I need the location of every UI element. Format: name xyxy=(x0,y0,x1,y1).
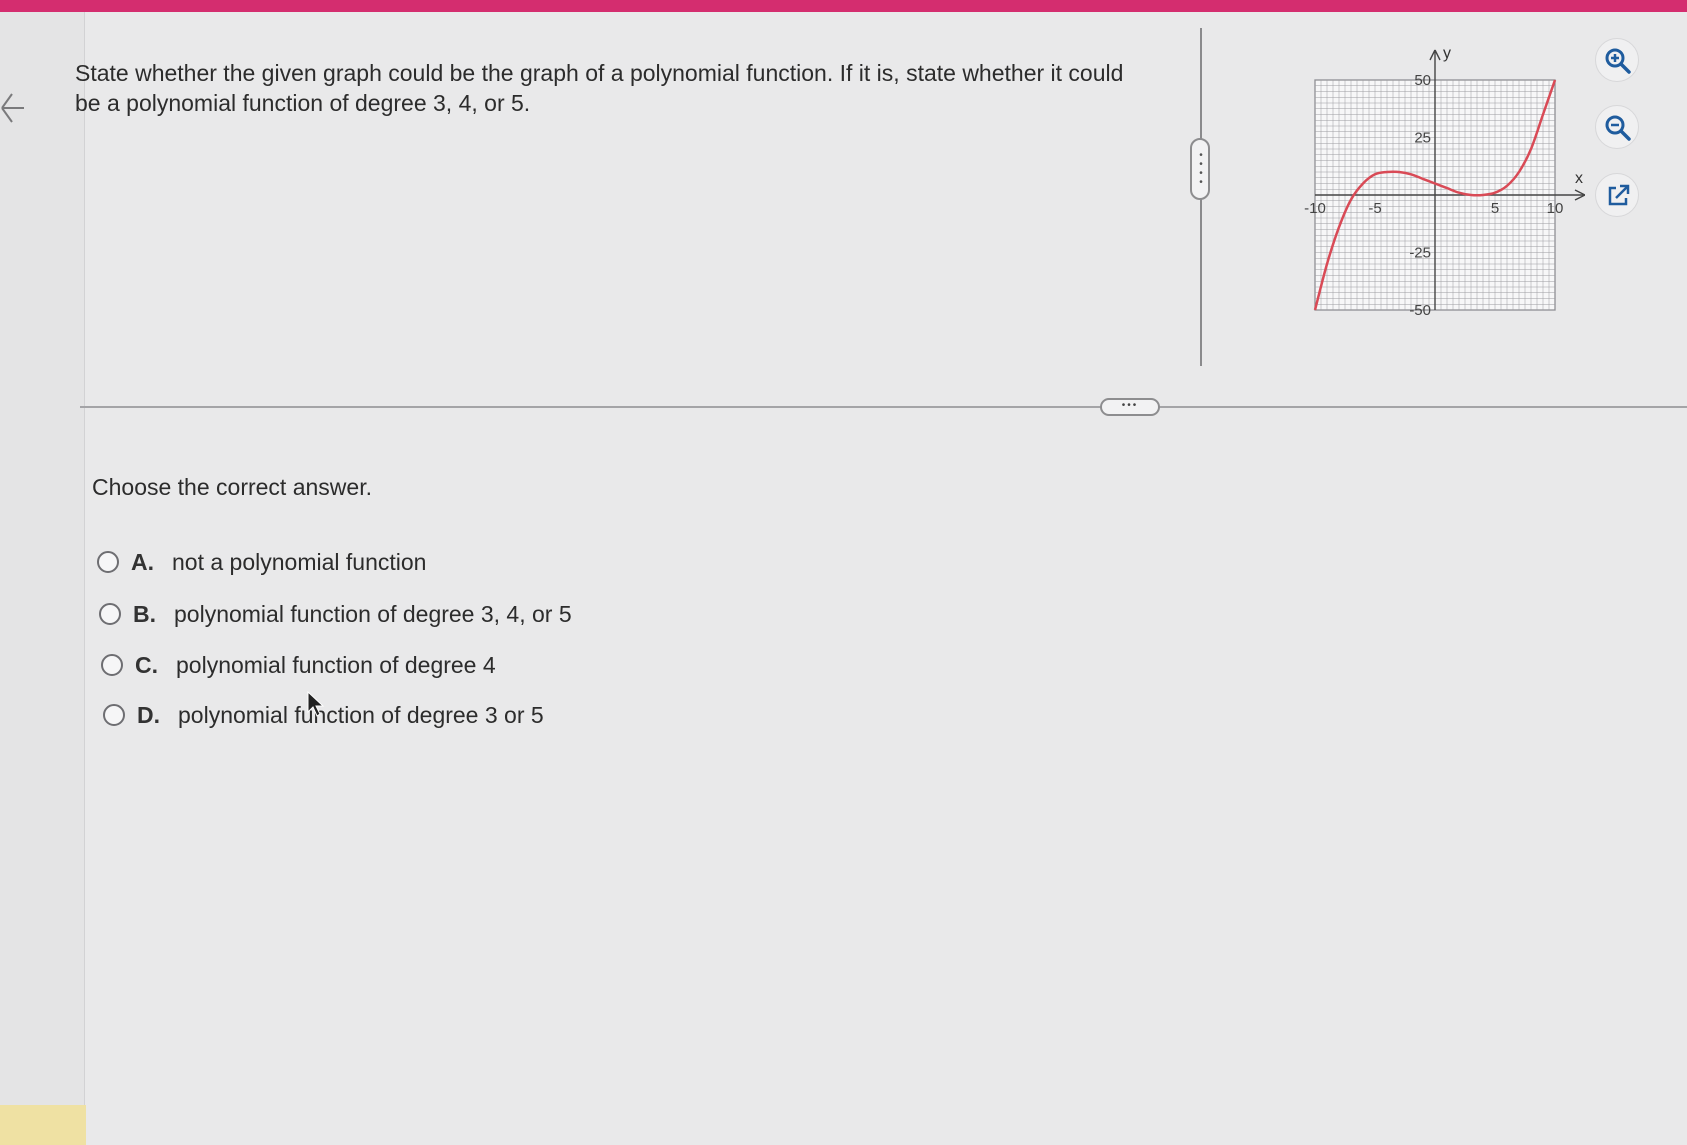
y-tick-label: 50 xyxy=(1414,72,1431,89)
left-panel xyxy=(0,12,85,1145)
option-letter: C. xyxy=(135,651,158,678)
zoom-out-button[interactable] xyxy=(1595,105,1639,149)
x-tick-label: 10 xyxy=(1547,200,1564,217)
left-panel-footer xyxy=(0,1105,86,1145)
radio-button[interactable] xyxy=(103,704,125,726)
x-tick-label: -5 xyxy=(1368,200,1381,217)
y-tick-label: -50 xyxy=(1409,302,1431,319)
option-a[interactable]: A. not a polynomial function xyxy=(97,546,426,578)
radio-button[interactable] xyxy=(97,551,119,573)
x-tick-label: 5 xyxy=(1491,200,1499,217)
radio-button[interactable] xyxy=(99,603,121,625)
zoom-in-icon xyxy=(1605,48,1631,74)
open-in-new-window-button[interactable] xyxy=(1595,173,1639,217)
external-link-icon xyxy=(1608,184,1630,206)
x-axis-label: x xyxy=(1575,170,1583,187)
option-text[interactable]: not a polynomial function xyxy=(172,549,426,576)
horizontal-splitter[interactable] xyxy=(80,406,1687,408)
polynomial-graph: -10 -5 5 10 50 25 -25 -50 x y xyxy=(1304,45,1585,319)
option-text[interactable]: polynomial function of degree 4 xyxy=(176,652,496,679)
option-letter: B. xyxy=(133,600,156,627)
option-c[interactable]: C. polynomial function of degree 4 xyxy=(101,649,496,681)
option-text[interactable]: polynomial function of degree 3 or 5 xyxy=(178,702,544,729)
y-tick-label: -25 xyxy=(1409,245,1431,262)
option-letter: D. xyxy=(137,701,160,728)
zoom-out-icon xyxy=(1605,115,1631,141)
horizontal-splitter-handle[interactable]: ••• xyxy=(1100,398,1160,416)
drag-dots-icon: • • • • xyxy=(1199,150,1203,188)
y-axis-label: y xyxy=(1443,45,1451,62)
y-tick-label: 25 xyxy=(1414,130,1431,147)
vertical-splitter-handle[interactable]: • • • • xyxy=(1190,138,1210,200)
option-b[interactable]: B. polynomial function of degree 3, 4, o… xyxy=(99,598,572,630)
x-tick-label: -10 xyxy=(1304,200,1326,217)
option-letter: A. xyxy=(131,548,154,575)
drag-dots-icon: ••• xyxy=(1121,400,1139,411)
mouse-cursor-icon xyxy=(307,690,325,717)
zoom-in-button[interactable] xyxy=(1595,38,1639,82)
radio-button[interactable] xyxy=(101,654,123,676)
top-accent-bar xyxy=(0,0,1687,12)
question-text: State whether the given graph could be t… xyxy=(75,60,1124,116)
instruction-text: Choose the correct answer. xyxy=(92,474,372,500)
option-text[interactable]: polynomial function of degree 3, 4, or 5 xyxy=(174,601,572,628)
arrow-left-icon[interactable] xyxy=(0,88,26,128)
